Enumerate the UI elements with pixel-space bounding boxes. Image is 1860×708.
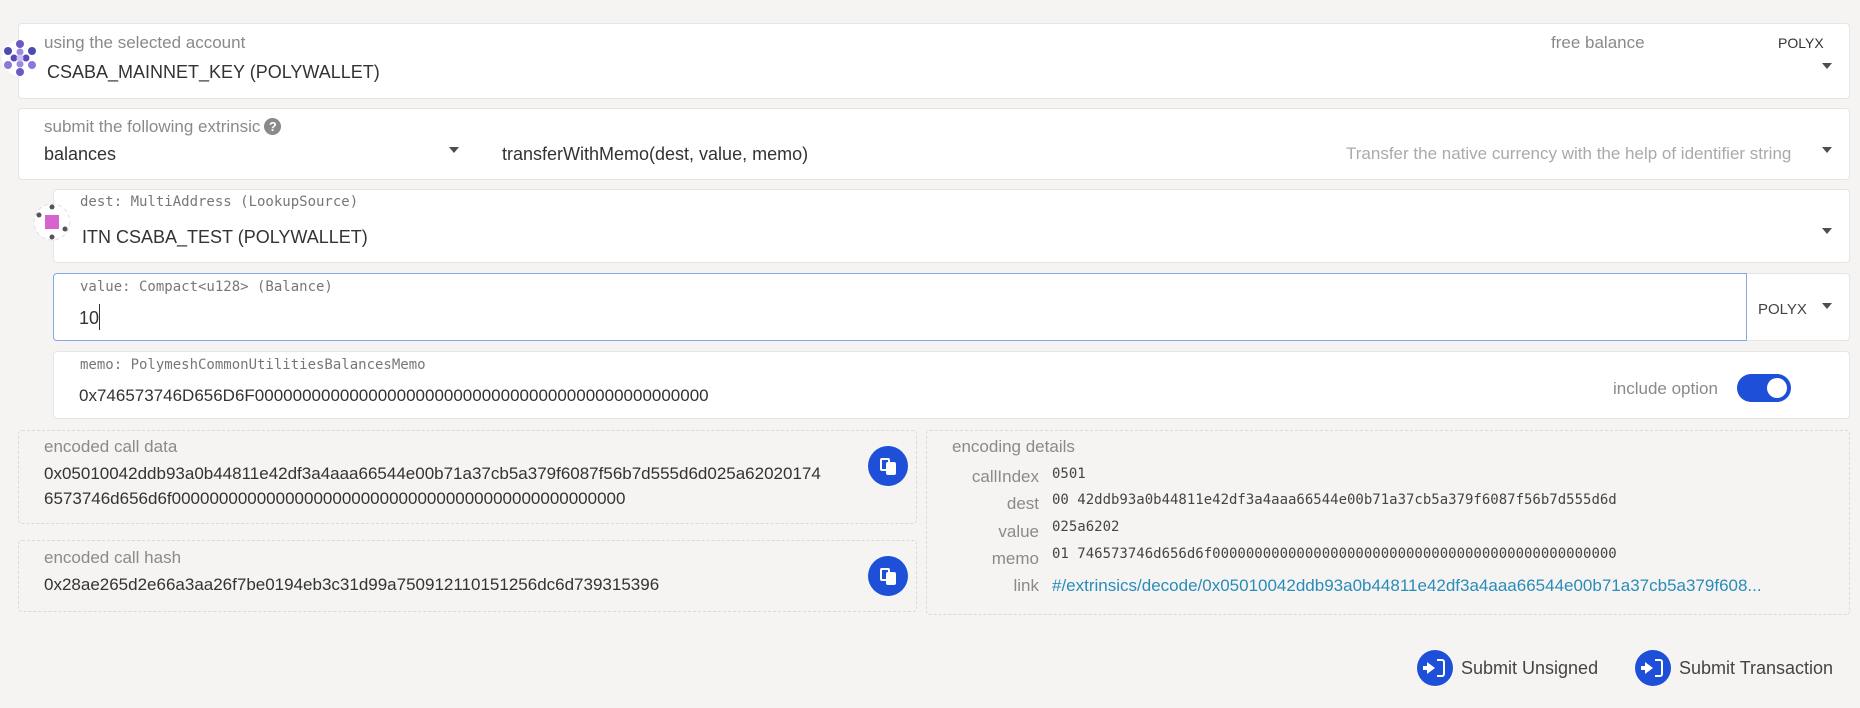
encoded-call-hash-value: 0x28ae265d2e66a3aa26f7be0194eb3c31d99a75…	[44, 575, 660, 594]
text-cursor	[99, 304, 100, 330]
encoding-details-title: encoding details	[952, 437, 1075, 456]
method-description: Transfer the native currency with the he…	[1346, 144, 1792, 163]
enc-key-callindex: callIndex	[971, 467, 1039, 486]
copy-call-hash-button[interactable]	[868, 556, 908, 596]
enc-val-callindex: 0501	[1052, 466, 1086, 482]
enc-key-memo: memo	[991, 549, 1039, 568]
submit-unsigned-label: Submit Unsigned	[1461, 657, 1599, 678]
enc-key-link: link	[1013, 576, 1039, 595]
account-value: CSABA_MAINNET_KEY (POLYWALLET)	[47, 62, 380, 82]
value-text[interactable]: 10	[79, 308, 99, 329]
encoded-call-hash-label: encoded call hash	[44, 548, 182, 567]
enc-val-dest: 00 42ddb93a0b44811e42df3a4aaa66544e00b71…	[1052, 492, 1617, 508]
enc-key-value: value	[998, 522, 1039, 541]
include-option-toggle[interactable]	[1737, 374, 1791, 402]
chevron-down-icon[interactable]	[449, 147, 459, 153]
enc-key-dest: dest	[1006, 494, 1039, 513]
encoded-call-data-line2: 6573746d656d6f00000000000000000000000000…	[44, 489, 626, 508]
copy-call-data-button[interactable]	[868, 446, 908, 486]
chevron-down-icon[interactable]	[1822, 303, 1832, 309]
extrinsic-label: submit the following extrinsic?	[44, 117, 282, 137]
dest-value: ITN CSABA_TEST (POLYWALLET)	[82, 227, 368, 247]
chevron-down-icon[interactable]	[1822, 63, 1832, 69]
submit-transaction-button[interactable]: Submit Transaction	[1635, 648, 1833, 688]
method-select[interactable]: transferWithMemo(dest, value, memo)	[502, 144, 808, 165]
chevron-down-icon[interactable]	[1822, 228, 1832, 234]
account-label: using the selected account	[44, 33, 246, 52]
dest-label: dest: MultiAddress (LookupSource)	[80, 194, 359, 210]
submit-transaction-label: Submit Transaction	[1679, 657, 1834, 678]
memo-value[interactable]: 0x746573746D656D6F0000000000000000000000…	[79, 386, 709, 406]
module-select[interactable]: balances	[44, 144, 116, 165]
encoded-call-data-label: encoded call data	[44, 437, 178, 456]
free-balance-label: free balance	[1551, 33, 1645, 52]
encoded-call-data-line1: 0x05010042ddb93a0b44811e42df3a4aaa66544e…	[44, 464, 821, 483]
include-option-label: include option	[1613, 379, 1718, 398]
chevron-down-icon[interactable]	[1822, 147, 1832, 153]
value-label: value: Compact<u128> (Balance)	[80, 279, 333, 295]
sign-in-icon	[1417, 650, 1453, 686]
help-icon[interactable]: ?	[264, 118, 282, 135]
dest-identicon	[33, 203, 71, 241]
account-identicon	[2, 40, 38, 76]
sign-in-icon	[1635, 650, 1671, 686]
memo-label: memo: PolymeshCommonUtilitiesBalancesMem…	[80, 357, 426, 373]
decode-link[interactable]: #/extrinsics/decode/0x05010042ddb93a0b44…	[1052, 576, 1762, 596]
enc-val-value: 025a6202	[1052, 519, 1120, 535]
free-balance-unit: POLYX	[1778, 35, 1824, 51]
submit-unsigned-button[interactable]: Submit Unsigned	[1417, 648, 1598, 688]
enc-val-memo: 01 746573746d656d6f000000000000000000000…	[1052, 546, 1617, 562]
value-unit-select[interactable]: POLYX	[1758, 301, 1807, 318]
